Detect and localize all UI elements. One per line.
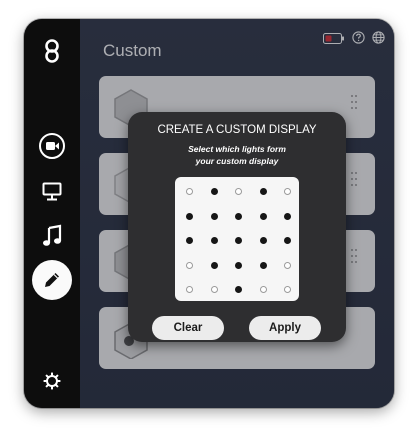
pencil-icon[interactable]: [32, 260, 72, 300]
light-cell[interactable]: [210, 237, 218, 244]
light-cell[interactable]: [210, 212, 218, 220]
light-cell[interactable]: [259, 237, 267, 244]
light-cell[interactable]: [284, 212, 291, 220]
light-cell[interactable]: [235, 286, 242, 293]
app-window: Custom CREATE A CUSTOM DISPLAY Select wh…: [24, 19, 394, 408]
light-cell[interactable]: [284, 188, 291, 195]
dialog-subtitle-line: your custom display: [195, 156, 279, 166]
apply-button[interactable]: Apply: [249, 316, 321, 340]
video-icon[interactable]: [34, 128, 70, 164]
monitor-icon[interactable]: [34, 174, 70, 210]
light-cell[interactable]: [259, 212, 267, 220]
light-cell[interactable]: [259, 261, 267, 269]
light-cell[interactable]: [186, 286, 193, 293]
dialog-title: CREATE A CUSTOM DISPLAY: [157, 124, 317, 136]
light-cell[interactable]: [186, 212, 193, 220]
dialog-subtitle: Select which lights form your custom dis…: [128, 143, 346, 167]
light-cell[interactable]: [259, 188, 267, 195]
light-cell[interactable]: [235, 212, 242, 220]
light-cell[interactable]: [235, 237, 242, 244]
light-cell[interactable]: [210, 261, 218, 269]
light-cell[interactable]: [284, 286, 291, 293]
dialog-subtitle-line: Select which lights form: [188, 144, 286, 154]
light-cell[interactable]: [186, 237, 193, 244]
light-grid: [175, 177, 299, 301]
light-cell[interactable]: [235, 188, 242, 195]
light-cell[interactable]: [284, 237, 291, 244]
light-cell[interactable]: [284, 261, 291, 269]
light-cell[interactable]: [186, 188, 193, 195]
custom-display-dialog: CREATE A CUSTOM DISPLAY Select which lig…: [128, 112, 346, 342]
logo-icon[interactable]: [34, 33, 70, 69]
clear-button[interactable]: Clear: [152, 316, 224, 340]
light-cell[interactable]: [210, 286, 218, 293]
light-cell[interactable]: [210, 188, 218, 195]
sidebar: [24, 19, 80, 408]
light-cell[interactable]: [259, 286, 267, 293]
light-cell[interactable]: [186, 261, 193, 269]
music-note-icon[interactable]: [34, 218, 70, 254]
light-cell[interactable]: [235, 261, 242, 269]
gear-icon[interactable]: [34, 363, 70, 399]
